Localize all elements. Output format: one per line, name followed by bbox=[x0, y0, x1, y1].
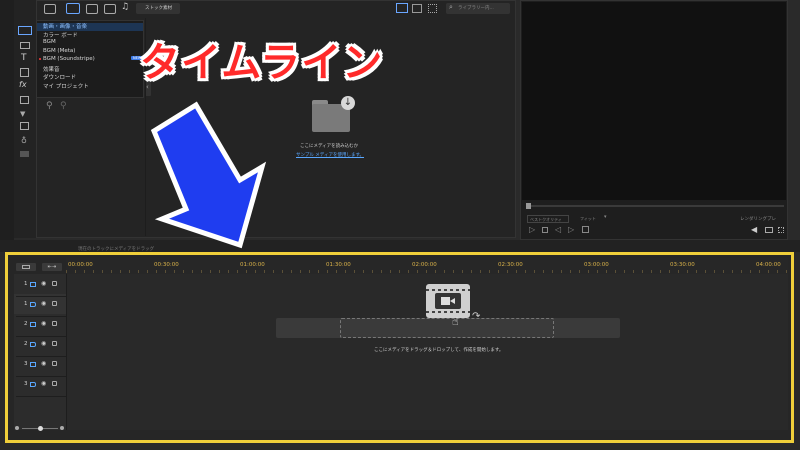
scrubber-handle[interactable] bbox=[526, 203, 531, 209]
play-icon[interactable]: ▷ bbox=[529, 225, 535, 234]
library-menu-item[interactable]: BGM (Meta) bbox=[43, 48, 75, 54]
tag-add-icon[interactable]: ⚲ bbox=[60, 101, 67, 111]
grid-view-icon[interactable] bbox=[428, 4, 437, 13]
chevron-down-icon: ▾ bbox=[604, 214, 607, 220]
list-view-icon[interactable] bbox=[396, 3, 408, 13]
volume-icon[interactable]: ◀ bbox=[751, 225, 757, 234]
photo-room-icon[interactable] bbox=[20, 42, 30, 49]
fit-select-value: フィット bbox=[580, 216, 596, 221]
stock-label: ストック素材 bbox=[145, 6, 172, 11]
quality-select-value: ベストクオリティ bbox=[530, 217, 562, 222]
overlay-title: タイムライン bbox=[140, 40, 384, 86]
quality-select[interactable]: ベストクオリティ bbox=[527, 215, 569, 223]
library-menu-item[interactable]: ダウンロード bbox=[43, 73, 76, 81]
fit-select[interactable]: フィット ▾ bbox=[578, 214, 612, 223]
stock-button[interactable]: ストック素材 bbox=[136, 3, 180, 14]
screen-icon[interactable] bbox=[765, 227, 773, 233]
side-rail: T fx ▼ ♁ bbox=[14, 0, 37, 238]
prev-frame-icon[interactable]: ◁ bbox=[555, 225, 561, 234]
library-menu-item[interactable]: 効果音 bbox=[43, 65, 60, 73]
transition-room-icon[interactable] bbox=[20, 68, 29, 77]
library-menu-item[interactable]: BGM (Soundstripe) bbox=[43, 56, 95, 62]
import-media-icon[interactable] bbox=[44, 4, 56, 14]
library-search-input[interactable]: ⌕ ライブラリー内... bbox=[446, 3, 510, 14]
more-icon[interactable] bbox=[20, 151, 29, 157]
pip-room-icon[interactable] bbox=[20, 96, 29, 104]
render-preview-label[interactable]: レンダリングプレ bbox=[740, 216, 776, 222]
download-icon: ↓ bbox=[341, 96, 355, 110]
library-menu-item[interactable]: カラー ボード bbox=[43, 31, 78, 39]
fullscreen-icon[interactable] bbox=[778, 227, 784, 233]
title-room-icon[interactable]: T bbox=[21, 53, 27, 63]
preview-scrubber[interactable] bbox=[526, 203, 784, 209]
next-frame-icon[interactable]: ▷ bbox=[568, 225, 574, 234]
import-text: ここにメディアを読み込むか bbox=[300, 144, 359, 149]
detail-view-icon[interactable] bbox=[412, 4, 422, 13]
tag-icon[interactable]: ⚲ bbox=[46, 101, 53, 111]
left-icon-rail bbox=[0, 0, 14, 250]
music-tab-icon[interactable]: ♫ bbox=[121, 2, 129, 12]
fx-room-icon[interactable]: fx bbox=[19, 80, 27, 89]
down-arrow-graphic bbox=[150, 101, 267, 249]
arrow-shape bbox=[150, 101, 267, 249]
snapshot-icon[interactable] bbox=[582, 226, 589, 233]
stop-icon[interactable] bbox=[542, 227, 548, 233]
search-icon: ⌕ bbox=[449, 3, 453, 11]
image-tab-icon[interactable] bbox=[104, 4, 116, 14]
library-toolbar: ♫ ストック素材 ⌕ ライブラリー内... bbox=[38, 2, 514, 15]
particle-room-icon[interactable]: ▼ bbox=[20, 110, 25, 118]
search-placeholder: ライブラリー内... bbox=[458, 6, 494, 11]
preview-screen bbox=[522, 2, 786, 200]
timeline-highlight-frame bbox=[5, 252, 794, 443]
subtitle-room-icon[interactable] bbox=[20, 122, 29, 130]
sample-media-link[interactable]: サンプル メディアを使用します。 bbox=[296, 152, 364, 158]
media-tab-icon[interactable] bbox=[66, 3, 80, 14]
media-room-icon[interactable] bbox=[18, 26, 32, 35]
library-menu-item[interactable]: マイ プロジェクト bbox=[43, 82, 89, 90]
library-menu-item[interactable]: 動画・画像・音楽 bbox=[43, 22, 87, 30]
mic-icon[interactable]: ♁ bbox=[21, 136, 27, 145]
photo-tab-icon[interactable] bbox=[86, 4, 98, 14]
new-dot-icon bbox=[39, 58, 41, 60]
library-menu-item[interactable]: BGM bbox=[43, 39, 56, 45]
